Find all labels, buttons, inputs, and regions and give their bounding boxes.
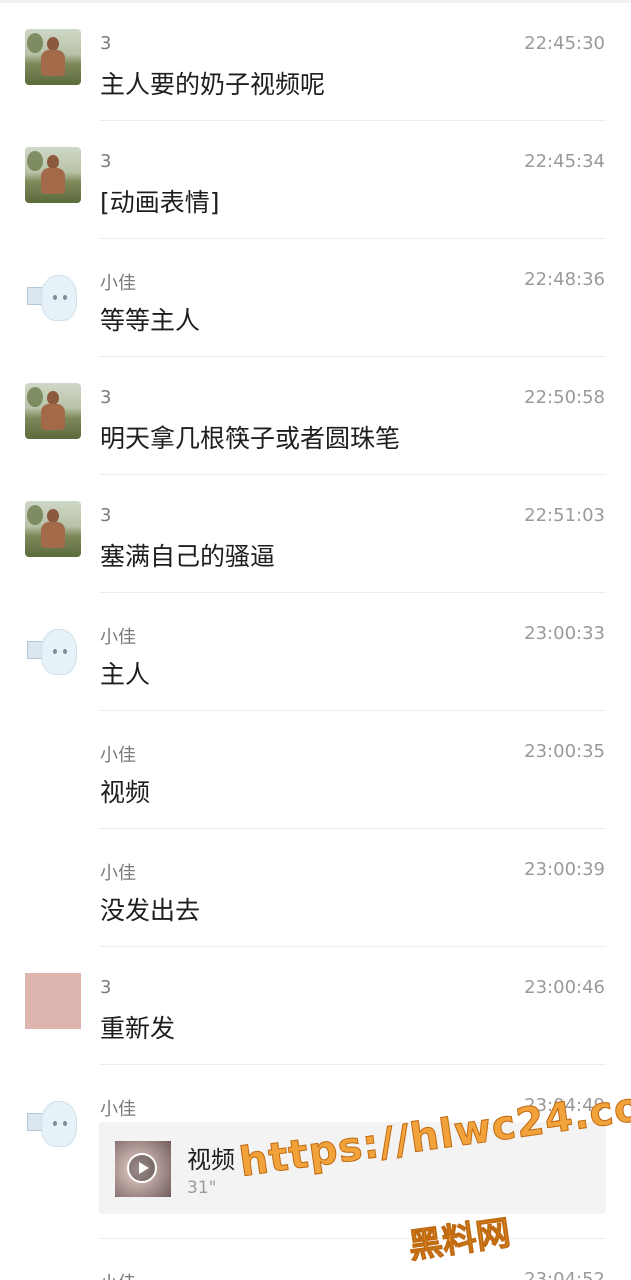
chat-record-row[interactable]: 小佳 23:00:33 主人 <box>0 593 631 711</box>
pink-avatar[interactable] <box>25 973 81 1029</box>
chat-record-row[interactable]: 3 22:50:58 明天拿几根筷子或者圆珠笔 <box>0 357 631 475</box>
sender-name: 小佳 <box>100 1099 136 1120</box>
cartoon-avatar[interactable] <box>25 1091 81 1147</box>
sender-name: 小佳 <box>100 273 136 294</box>
message-text: 重新发 <box>100 1014 176 1043</box>
message-text: 主人 <box>100 660 151 689</box>
message-time: 23:00:35 <box>524 741 605 762</box>
chat-record-row[interactable]: 3 22:45:30 主人要的奶子视频呢 <box>0 3 631 121</box>
sender-name: 小佳 <box>100 627 136 648</box>
sender-name: 3 <box>100 151 112 172</box>
message-time: 23:04:52 <box>524 1269 605 1280</box>
chat-record-row[interactable]: 3 23:00:46 重新发 <box>0 947 631 1065</box>
sender-name: 小佳 <box>100 863 136 884</box>
chat-record-row[interactable]: 小佳 23:00:39 没发出去 <box>0 829 631 947</box>
message-text: 没发出去 <box>100 896 201 925</box>
cartoon-avatar[interactable] <box>25 265 81 321</box>
message-time: 22:51:03 <box>524 505 605 526</box>
chat-record-row[interactable]: 小佳 22:48:36 等等主人 <box>0 239 631 357</box>
chat-record-row[interactable]: 3 22:51:03 塞满自己的骚逼 <box>0 475 631 593</box>
message-text: 视频 <box>100 778 151 807</box>
message-text: 主人要的奶子视频呢 <box>100 70 326 99</box>
sender-name: 3 <box>100 33 112 54</box>
message-time: 22:50:58 <box>524 387 605 408</box>
message-text: [动画表情] <box>100 188 220 217</box>
message-time: 22:45:30 <box>524 33 605 54</box>
cartoon-avatar[interactable] <box>25 619 81 675</box>
message-time: 22:45:34 <box>524 151 605 172</box>
play-icon[interactable] <box>127 1153 157 1183</box>
sender-name: 3 <box>100 387 112 408</box>
message-text: 明天拿几根筷子或者圆珠笔 <box>100 424 401 453</box>
message-time: 23:00:33 <box>524 623 605 644</box>
sender-name: 3 <box>100 505 112 526</box>
chat-record-row[interactable]: 小佳 23:00:35 视频 <box>0 711 631 829</box>
video-duration: 31" <box>187 1178 217 1198</box>
message-time: 23:00:39 <box>524 859 605 880</box>
sender-name: 小佳 <box>100 745 136 766</box>
message-time: 22:48:36 <box>524 269 605 290</box>
message-text: 等等主人 <box>100 306 201 335</box>
video-thumbnail[interactable] <box>115 1141 171 1197</box>
sender-name: 小佳 <box>100 1269 136 1280</box>
man-avatar[interactable] <box>25 383 81 439</box>
message-time: 23:00:46 <box>524 977 605 998</box>
sender-name: 3 <box>100 977 112 998</box>
man-avatar[interactable] <box>25 147 81 203</box>
man-avatar[interactable] <box>25 29 81 85</box>
chat-record-row[interactable]: 3 22:45:34 [动画表情] <box>0 121 631 239</box>
message-text: 塞满自己的骚逼 <box>100 542 276 571</box>
man-avatar[interactable] <box>25 501 81 557</box>
video-title: 视频 <box>187 1146 235 1174</box>
chat-record-row[interactable]: 小佳 23:04:52 <box>0 1239 631 1280</box>
